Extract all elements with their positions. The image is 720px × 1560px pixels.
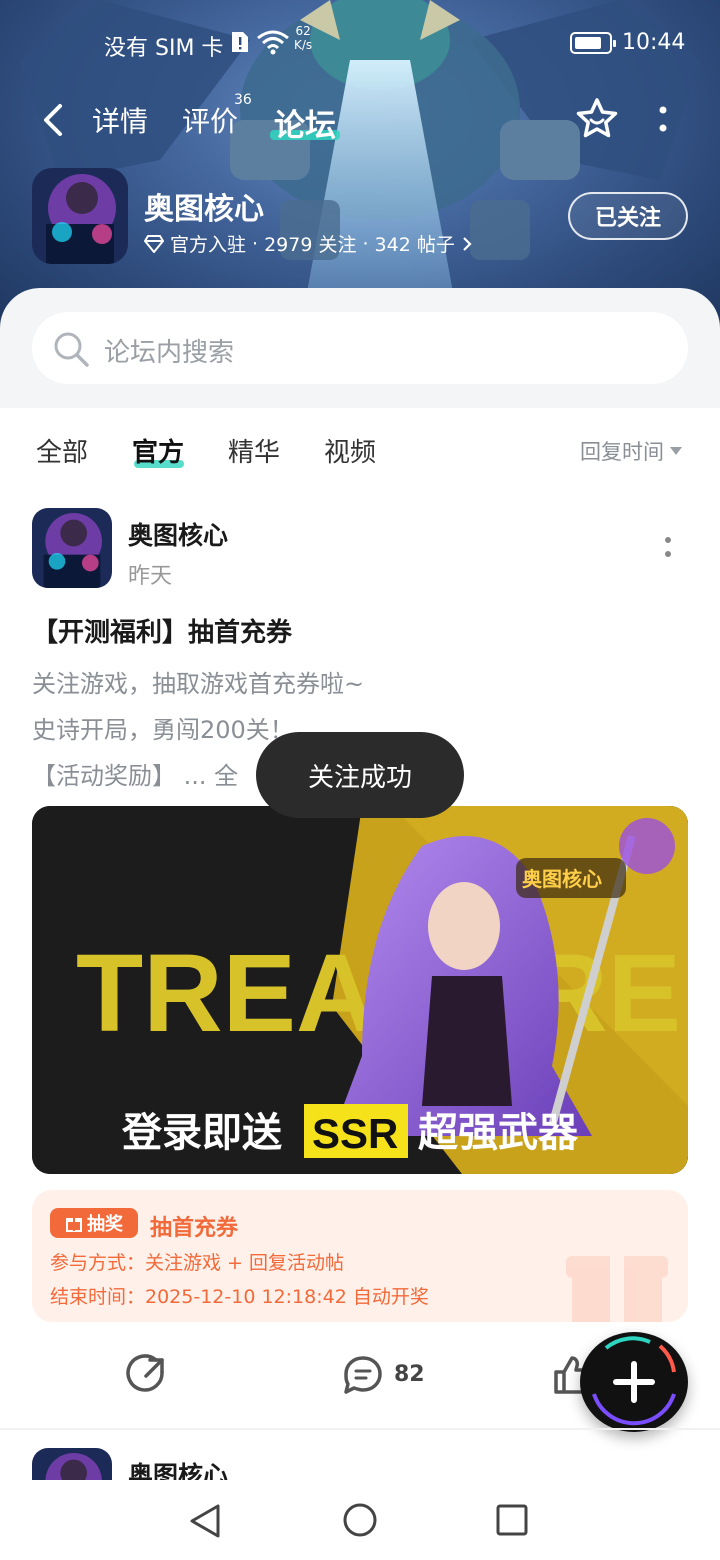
follow-button[interactable]: 已关注 <box>568 192 688 240</box>
game-icon[interactable] <box>32 168 128 264</box>
promo-ssr-badge: SSR <box>312 1110 398 1157</box>
search-placeholder: 论坛内搜索 <box>104 338 235 368</box>
meta-separator: · <box>362 232 369 255</box>
post-date: 昨天 <box>128 564 173 589</box>
search-section: 论坛内搜索 <box>0 288 720 408</box>
lottery-badge-label: 抽奖 <box>87 1214 123 1235</box>
create-post-button[interactable] <box>580 1332 688 1432</box>
toast-message: 关注成功 <box>256 732 464 818</box>
lottery-title: 抽首充券 <box>150 1216 239 1241</box>
status-bar: 没有 SIM 卡 62 K/s 10:44 <box>0 22 720 66</box>
game-info: 奥图核心 官方入驻 · 2979 关注 · 342 帖子 已关注 <box>32 168 692 264</box>
share-icon[interactable] <box>126 1354 168 1396</box>
promo-caption-right: 超强武器 <box>418 1110 579 1156</box>
filter-tabs: 全部 官方 精华 视频 回复时间 <box>0 408 720 492</box>
system-navigation-bar <box>0 1480 720 1560</box>
post-divider <box>0 1428 720 1430</box>
promo-caption-left: 登录即送 <box>121 1110 282 1156</box>
nav-home-icon[interactable] <box>342 1502 378 1538</box>
review-count-badge: 36 <box>234 92 252 108</box>
filter-tab-official[interactable]: 官方 <box>132 432 184 469</box>
network-speed: 62 K/s <box>294 24 312 52</box>
tab-review[interactable]: 评价 <box>182 100 238 140</box>
post-author-name[interactable]: 奥图核心 <box>128 516 228 552</box>
post-body-line: 史诗开局，勇闯200关！ <box>32 716 294 744</box>
next-post-avatar[interactable] <box>32 1448 112 1480</box>
tab-forum[interactable]: 论坛 <box>274 100 336 145</box>
game-icon-art <box>32 168 128 264</box>
caret-down-icon <box>670 447 682 455</box>
filter-tab-all[interactable]: 全部 <box>36 432 88 469</box>
tab-detail[interactable]: 详情 <box>92 100 148 140</box>
nav-recents-icon[interactable] <box>496 1504 528 1536</box>
battery-icon <box>570 32 616 54</box>
post-author-avatar[interactable] <box>32 508 112 588</box>
next-post-author[interactable]: 奥图核心 <box>128 1456 228 1480</box>
sim-alert-icon <box>232 32 248 52</box>
filter-tab-essence[interactable]: 精华 <box>228 432 280 469</box>
meta-separator: · <box>252 232 259 255</box>
speed-unit: K/s <box>294 38 313 52</box>
clock: 10:44 <box>622 30 686 55</box>
wifi-icon <box>257 30 289 55</box>
top-navigation: 详情 评价 36 论坛 <box>0 92 720 148</box>
post-title[interactable]: 【开测福利】抽首充券 <box>32 612 292 649</box>
battery-level <box>575 37 601 49</box>
game-meta[interactable]: 官方入驻 · 2979 关注 · 342 帖子 <box>144 230 473 257</box>
posts-count: 342 帖子 <box>374 234 455 256</box>
treasure-promo-art: TREASURE 奥图核心 登录即送 SSR 超强武器 <box>32 806 688 1174</box>
sort-dropdown[interactable]: 回复时间 <box>580 436 682 466</box>
search-input[interactable]: 论坛内搜索 <box>32 312 688 384</box>
gift-decoration-icon <box>566 1256 668 1322</box>
lottery-card[interactable]: 抽奖 抽首充券 参与方式：关注游戏 + 回复活动帖 结束时间：2025-12-1… <box>32 1190 688 1322</box>
official-label: 官方入驻 <box>170 234 247 256</box>
followers-count: 2979 关注 <box>264 234 357 256</box>
sort-label: 回复时间 <box>580 440 664 464</box>
search-icon <box>54 332 89 367</box>
lottery-method: 参与方式：关注游戏 + 回复活动帖 <box>50 1252 344 1274</box>
star-icon[interactable] <box>574 96 620 142</box>
game-title: 奥图核心 <box>144 192 264 227</box>
nav-back-icon[interactable] <box>188 1502 224 1540</box>
post-more-icon[interactable] <box>658 534 678 562</box>
more-vertical-icon[interactable] <box>650 102 676 138</box>
avatar-art <box>32 1448 112 1480</box>
back-arrow-icon[interactable] <box>38 100 68 140</box>
gift-icon <box>66 1218 82 1232</box>
post-body-line: 【活动奖励】 ... 全 <box>32 762 239 790</box>
carrier-label: 没有 SIM 卡 <box>104 36 224 61</box>
avatar-art <box>32 508 112 588</box>
plus-icon <box>592 1336 676 1426</box>
filter-tab-video[interactable]: 视频 <box>324 432 376 469</box>
game-logo-text: 奥图核心 <box>522 867 602 891</box>
diamond-icon <box>144 234 164 253</box>
post-image[interactable]: TREASURE 奥图核心 登录即送 SSR 超强武器 <box>32 806 688 1174</box>
comment-count: 82 <box>394 1362 425 1387</box>
lottery-badge: 抽奖 <box>50 1208 138 1238</box>
chevron-right-icon <box>463 236 472 251</box>
comment-icon[interactable] <box>342 1354 384 1396</box>
post-body-line: 关注游戏，抽取游戏首充券啦~ <box>32 670 365 698</box>
speed-value: 62 <box>295 24 311 38</box>
lottery-end-time: 结束时间：2025-12-10 12:18:42 自动开奖 <box>50 1286 429 1308</box>
